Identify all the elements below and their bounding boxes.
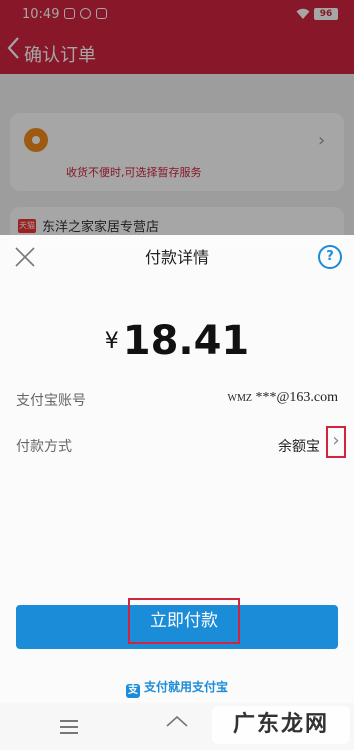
home-icon bbox=[166, 715, 188, 727]
method-label: 付款方式 bbox=[16, 439, 72, 455]
alipay-slogan: 支付就用支付宝 bbox=[143, 680, 228, 694]
watermark: 广东龙网 bbox=[212, 706, 350, 744]
pay-now-label[interactable]: 立即付款 bbox=[128, 598, 240, 644]
payment-amount: ¥18.41 bbox=[0, 318, 354, 364]
chevron-right-icon: › bbox=[332, 430, 340, 451]
account-label: 支付宝账号 bbox=[16, 393, 86, 409]
account-prefix: WMZ bbox=[227, 393, 252, 404]
account-email: ***@163.com bbox=[255, 390, 339, 405]
method-chevron-button[interactable]: › bbox=[326, 426, 346, 458]
home-button[interactable] bbox=[164, 713, 190, 739]
alipay-logo-icon: 支 bbox=[125, 684, 140, 698]
currency-symbol: ¥ bbox=[104, 329, 119, 354]
method-value[interactable]: 余额宝 bbox=[200, 436, 320, 456]
alipay-brand: 支支付就用支付宝 bbox=[0, 678, 354, 698]
amount-value: 18.41 bbox=[122, 318, 250, 364]
account-value: WMZ ***@163.com bbox=[150, 390, 338, 406]
menu-icon[interactable] bbox=[60, 720, 78, 738]
sheet-title: 付款详情 bbox=[144, 248, 209, 267]
help-button[interactable]: ? bbox=[318, 245, 342, 269]
